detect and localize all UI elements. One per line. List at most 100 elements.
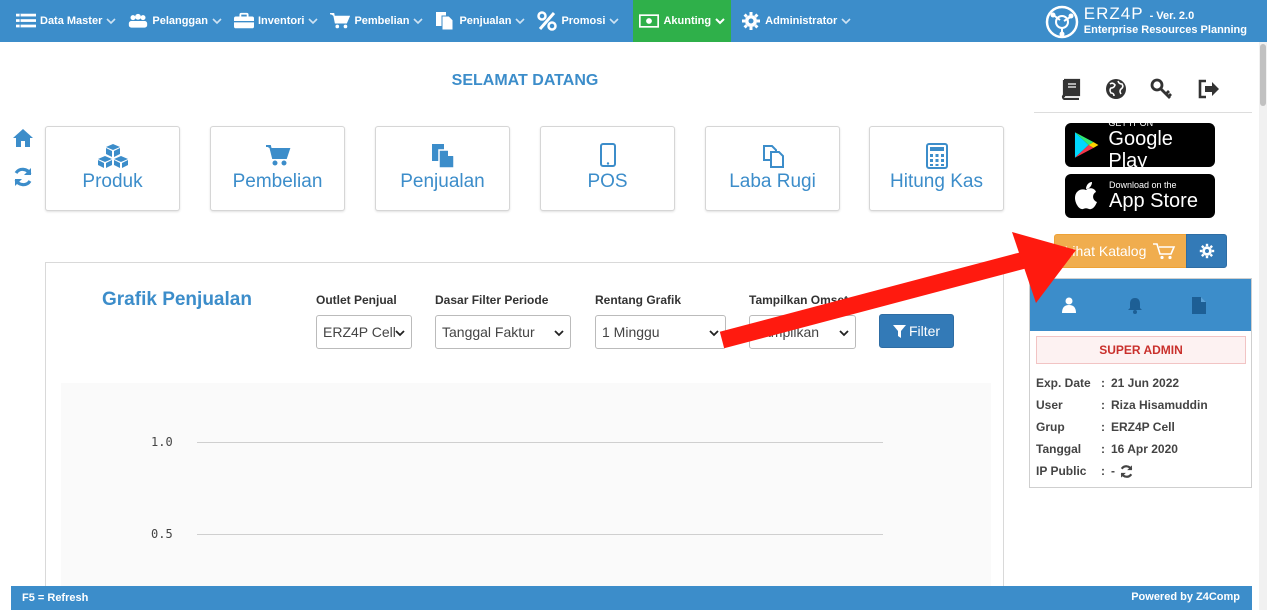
gear-icon: [1199, 243, 1215, 259]
y-tick-label: 0.5: [151, 527, 173, 541]
nav-penjualan[interactable]: Penjualan: [429, 0, 531, 42]
home-icon[interactable]: [11, 126, 35, 150]
brand-version: - Ver. 2.0: [1149, 10, 1195, 22]
catalog-button[interactable]: Lihat Katalog: [1054, 234, 1187, 268]
info-value: -: [1111, 464, 1115, 478]
chevron-down-icon: [839, 324, 849, 340]
tile-pembelian[interactable]: Pembelian: [210, 126, 345, 211]
nav-administrator[interactable]: Administrator: [735, 0, 857, 42]
tile-label: Hitung Kas: [890, 171, 983, 192]
outlet-select[interactable]: ERZ4P Cell: [316, 315, 412, 349]
nav-label: Pelanggan: [152, 15, 208, 27]
chevron-down-icon: [841, 16, 851, 26]
dasar-select[interactable]: Tanggal Faktur: [435, 315, 571, 349]
info-user: User : Riza Hisamuddin: [1036, 398, 1208, 412]
nav-pelanggan[interactable]: Pelanggan: [122, 0, 228, 42]
chevron-down-icon: [609, 16, 620, 26]
chevron-down-icon: [413, 16, 424, 26]
chevron-down-icon: [106, 16, 116, 26]
omset-select-value: Tampilkan: [756, 324, 820, 340]
apple-badge-small: Download on the: [1109, 180, 1177, 190]
chart-panel: Grafik Penjualan Outlet Penjual ERZ4P Ce…: [45, 262, 1004, 593]
refresh-icon[interactable]: [11, 165, 35, 189]
files-icon: [435, 11, 455, 31]
globe-icon[interactable]: [1104, 77, 1128, 101]
cubes-icon: [46, 143, 179, 169]
tile-produk[interactable]: Produk: [45, 126, 180, 211]
list-icon: [16, 11, 36, 31]
book-icon[interactable]: [1058, 77, 1082, 101]
nav-inventori[interactable]: Inventori: [228, 0, 324, 42]
nav-label: Penjualan: [459, 15, 512, 27]
outlet-label: Outlet Penjual: [316, 293, 397, 307]
files-icon: [376, 143, 509, 169]
briefcase-icon: [233, 11, 254, 31]
tile-label: Penjualan: [400, 171, 485, 192]
rentang-select[interactable]: 1 Minggu: [595, 315, 726, 349]
info-value: 21 Jun 2022: [1111, 376, 1180, 390]
user-icon[interactable]: [1059, 295, 1079, 315]
chart-title: Grafik Penjualan: [102, 289, 252, 310]
chevron-down-icon: [515, 16, 526, 26]
nav-promosi[interactable]: Promosi: [531, 0, 625, 42]
chevron-down-icon: [308, 16, 319, 26]
tile-label: Produk: [82, 171, 143, 192]
info-key: User: [1036, 398, 1063, 412]
brand-subtitle: Enterprise Resources Planning: [1083, 24, 1247, 36]
y-gridline: [197, 442, 883, 443]
info-sep: :: [1101, 442, 1105, 456]
key-icon[interactable]: [1150, 77, 1174, 101]
google-badge-big: Google Play: [1108, 128, 1173, 172]
tablet-icon: [541, 143, 674, 169]
footer-powered-by: Powered by Z4Comp: [1131, 591, 1240, 603]
profile-panel: SUPER ADMIN Exp. Date : 21 Jun 2022 User…: [1029, 278, 1252, 488]
chevron-down-icon: [212, 16, 222, 26]
role-badge: SUPER ADMIN: [1036, 336, 1246, 364]
info-grup: Grup : ERZ4P Cell: [1036, 420, 1175, 434]
settings-button[interactable]: [1186, 234, 1227, 268]
info-exp-date: Exp. Date : 21 Jun 2022: [1036, 376, 1179, 390]
brand-name: ERZ4P: [1083, 4, 1144, 23]
sales-chart: 1.0 0.5: [61, 383, 991, 593]
scrollbar[interactable]: [1259, 42, 1267, 610]
nav-label: Administrator: [765, 15, 838, 27]
copy-icon: [706, 143, 839, 169]
scrollbar-thumb[interactable]: [1260, 44, 1266, 106]
nav-akunting[interactable]: Akunting: [633, 0, 732, 42]
info-key: IP Public: [1036, 464, 1087, 478]
omset-label: Tampilkan Omset: [749, 293, 849, 307]
cart-icon: [330, 11, 351, 31]
logout-icon[interactable]: [1197, 77, 1221, 101]
bell-icon[interactable]: [1125, 295, 1145, 315]
nav-label: Pembelian: [354, 15, 410, 27]
google-play-badge[interactable]: GET IT ON Google Play: [1065, 118, 1215, 172]
filter-icon: [892, 324, 906, 338]
filter-button[interactable]: Filter: [879, 314, 954, 348]
erz4p-logo-icon: [1045, 5, 1079, 39]
info-sep: :: [1101, 376, 1105, 390]
info-value: ERZ4P Cell: [1111, 420, 1175, 434]
info-value: 16 Apr 2020: [1111, 442, 1178, 456]
refresh-icon[interactable]: [1119, 464, 1134, 479]
tile-laba-rugi[interactable]: Laba Rugi: [705, 126, 840, 211]
omset-select[interactable]: Tampilkan: [749, 315, 856, 349]
tile-hitung-kas[interactable]: Hitung Kas: [869, 126, 1004, 211]
app-store-badge[interactable]: Download on the App Store: [1065, 174, 1215, 218]
profile-header: [1030, 279, 1251, 331]
tile-label: Laba Rugi: [729, 171, 816, 192]
catalog-button-label: Lihat Katalog: [1064, 243, 1147, 259]
tile-penjualan[interactable]: Penjualan: [375, 126, 510, 211]
nav-data-master[interactable]: Data Master: [10, 0, 122, 42]
cart-icon: [211, 143, 344, 169]
app-root: Data Master Pelanggan Inventori Pembelia…: [0, 0, 1267, 610]
divider: [1034, 112, 1252, 113]
info-key: Grup: [1036, 420, 1065, 434]
info-key: Tanggal: [1036, 442, 1082, 456]
footer-bar: F5 = Refresh Powered by Z4Comp: [11, 586, 1252, 610]
nav-pembelian[interactable]: Pembelian: [324, 0, 429, 42]
apple-badge-big: App Store: [1109, 190, 1198, 212]
document-icon[interactable]: [1189, 295, 1209, 315]
chevron-down-icon: [554, 324, 564, 340]
tile-pos[interactable]: POS: [540, 126, 675, 211]
dasar-select-value: Tanggal Faktur: [442, 324, 535, 340]
